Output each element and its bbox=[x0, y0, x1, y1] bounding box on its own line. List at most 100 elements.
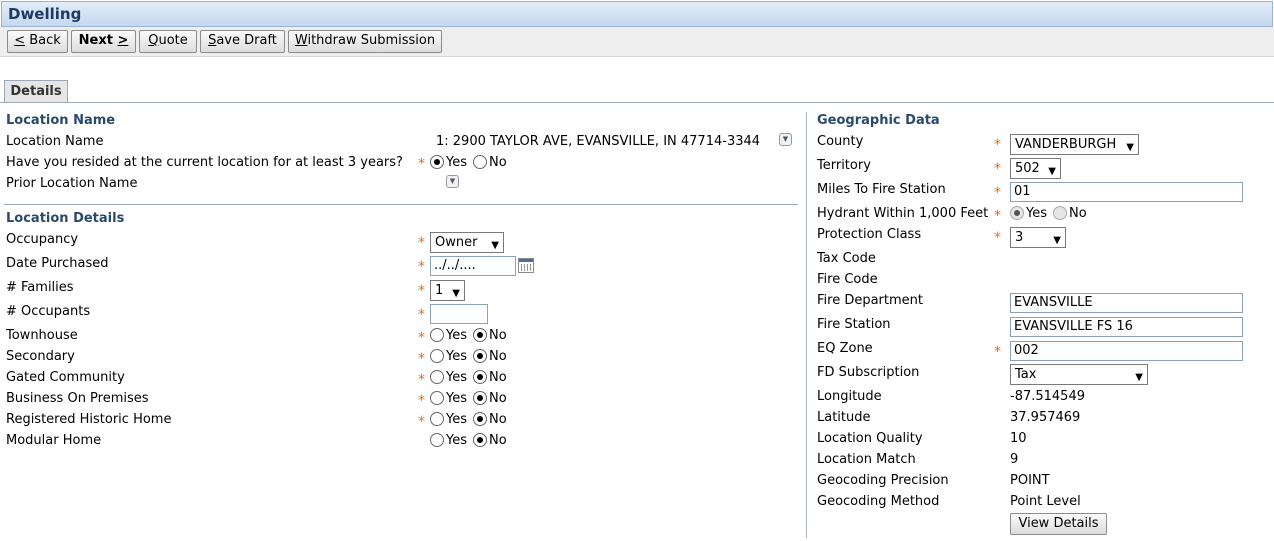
back-button[interactable]: < Back bbox=[7, 30, 68, 53]
asterisk-icon: * bbox=[418, 259, 425, 275]
protection-class-label: Protection Class bbox=[817, 227, 922, 242]
geographic-data-heading: Geographic Data bbox=[817, 113, 940, 128]
gated-community-label: Gated Community bbox=[6, 370, 125, 385]
window-title-bar: Dwelling bbox=[1, 1, 1273, 27]
historic-no-radio[interactable] bbox=[473, 412, 487, 426]
hydrant-yes-radio[interactable] bbox=[1010, 206, 1024, 220]
secondary-yes-radio[interactable] bbox=[430, 349, 444, 363]
modular-no-radio[interactable] bbox=[473, 433, 487, 447]
asterisk-icon: * bbox=[418, 156, 425, 172]
chevron-down-icon: ▼ bbox=[491, 240, 499, 251]
longitude-value: -87.514549 bbox=[1010, 389, 1085, 404]
chevron-down-icon: ▼ bbox=[1048, 166, 1056, 177]
latitude-label: Latitude bbox=[817, 410, 871, 425]
chevron-down-icon[interactable]: ▼ bbox=[779, 133, 792, 146]
view-details-button[interactable]: View Details bbox=[1010, 513, 1107, 535]
location-name-label: Location Name bbox=[6, 134, 104, 149]
location-name-heading: Location Name bbox=[6, 113, 116, 128]
asterisk-icon: * bbox=[418, 235, 425, 251]
territory-select[interactable]: 502 ▼ bbox=[1010, 158, 1061, 179]
geocoding-method-value: Point Level bbox=[1010, 494, 1081, 509]
territory-label: Territory bbox=[817, 158, 871, 173]
location-quality-label: Location Quality bbox=[817, 431, 923, 446]
miles-to-fire-station-input[interactable]: 01 bbox=[1010, 182, 1243, 202]
asterisk-icon: * bbox=[994, 137, 1001, 153]
fire-department-input[interactable]: EVANSVILLE bbox=[1010, 293, 1243, 313]
business-no-radio[interactable] bbox=[473, 391, 487, 405]
families-label: # Families bbox=[6, 280, 74, 295]
location-details-heading: Location Details bbox=[6, 211, 125, 226]
county-label: County bbox=[817, 134, 864, 149]
fire-station-input[interactable]: EVANSVILLE FS 16 bbox=[1010, 317, 1243, 337]
townhouse-no-radio[interactable] bbox=[473, 328, 487, 342]
calendar-icon[interactable] bbox=[518, 258, 534, 273]
resided-yes-radio[interactable] bbox=[430, 155, 444, 169]
resided-radio-group: Yes No bbox=[430, 155, 513, 170]
business-on-premises-label: Business On Premises bbox=[6, 391, 149, 406]
chevron-down-icon[interactable]: ▼ bbox=[446, 175, 459, 188]
tab-divider bbox=[0, 102, 1274, 103]
asterisk-icon: * bbox=[994, 230, 1001, 246]
date-purchased-label: Date Purchased bbox=[6, 256, 109, 271]
townhouse-yes-radio[interactable] bbox=[430, 328, 444, 342]
chevron-down-icon: ▼ bbox=[1126, 142, 1134, 153]
fire-code-label: Fire Code bbox=[817, 272, 878, 287]
protection-class-select[interactable]: 3 ▼ bbox=[1010, 227, 1066, 248]
historic-radio-group: Yes No bbox=[430, 412, 513, 427]
townhouse-radio-group: Yes No bbox=[430, 328, 513, 343]
window-title: Dwelling bbox=[8, 5, 82, 23]
location-match-label: Location Match bbox=[817, 452, 916, 467]
miles-to-fire-station-label: Miles To Fire Station bbox=[817, 182, 946, 197]
secondary-radio-group: Yes No bbox=[430, 349, 513, 364]
asterisk-icon: * bbox=[994, 208, 1001, 224]
asterisk-icon: * bbox=[418, 330, 425, 346]
quote-button[interactable]: Quote bbox=[139, 30, 197, 53]
asterisk-icon: * bbox=[418, 351, 425, 367]
withdraw-submission-button[interactable]: Withdraw Submission bbox=[288, 30, 442, 53]
resided-label: Have you resided at the current location… bbox=[6, 155, 403, 170]
secondary-label: Secondary bbox=[6, 349, 75, 364]
gated-radio-group: Yes No bbox=[430, 370, 513, 385]
modular-radio-group: Yes No bbox=[430, 433, 513, 448]
business-radio-group: Yes No bbox=[430, 391, 513, 406]
resided-no-radio[interactable] bbox=[473, 155, 487, 169]
column-divider bbox=[806, 112, 807, 538]
geocoding-precision-value: POINT bbox=[1010, 473, 1050, 488]
tax-code-label: Tax Code bbox=[817, 251, 876, 266]
longitude-label: Longitude bbox=[817, 389, 882, 404]
chevron-down-icon: ▼ bbox=[452, 288, 460, 299]
location-match-value: 9 bbox=[1010, 452, 1019, 467]
historic-yes-radio[interactable] bbox=[430, 412, 444, 426]
chevron-down-icon: ▼ bbox=[1135, 372, 1143, 383]
save-draft-button[interactable]: Save Draft bbox=[200, 30, 285, 53]
hydrant-no-radio[interactable] bbox=[1053, 206, 1067, 220]
asterisk-icon: * bbox=[418, 393, 425, 409]
fire-station-label: Fire Station bbox=[817, 317, 891, 332]
townhouse-label: Townhouse bbox=[6, 328, 78, 343]
asterisk-icon: * bbox=[994, 185, 1001, 201]
chevron-down-icon: ▼ bbox=[1053, 235, 1061, 246]
location-name-value: 1: 2900 TAYLOR AVE, EVANSVILLE, IN 47714… bbox=[436, 134, 761, 149]
fire-department-label: Fire Department bbox=[817, 293, 923, 308]
eq-zone-input[interactable]: 002 bbox=[1010, 341, 1243, 361]
gated-no-radio[interactable] bbox=[473, 370, 487, 384]
tab-details[interactable]: Details bbox=[4, 80, 68, 103]
gated-yes-radio[interactable] bbox=[430, 370, 444, 384]
families-select[interactable]: 1 ▼ bbox=[430, 280, 465, 301]
date-purchased-input[interactable]: ../../.... bbox=[430, 256, 516, 276]
occupancy-select[interactable]: Owner ▼ bbox=[430, 232, 504, 253]
prior-location-label: Prior Location Name bbox=[6, 176, 138, 191]
modular-yes-radio[interactable] bbox=[430, 433, 444, 447]
next-button[interactable]: Next > bbox=[71, 30, 136, 53]
occupants-label: # Occupants bbox=[6, 304, 91, 319]
secondary-no-radio[interactable] bbox=[473, 349, 487, 363]
fd-subscription-select[interactable]: Tax ▼ bbox=[1010, 364, 1148, 385]
county-select[interactable]: VANDERBURGH ▼ bbox=[1010, 134, 1139, 155]
occupants-input[interactable] bbox=[430, 304, 488, 324]
asterisk-icon: * bbox=[418, 414, 425, 430]
asterisk-icon: * bbox=[994, 161, 1001, 177]
business-yes-radio[interactable] bbox=[430, 391, 444, 405]
latitude-value: 37.957469 bbox=[1010, 410, 1081, 425]
fd-subscription-label: FD Subscription bbox=[817, 365, 920, 380]
asterisk-icon: * bbox=[418, 307, 425, 323]
